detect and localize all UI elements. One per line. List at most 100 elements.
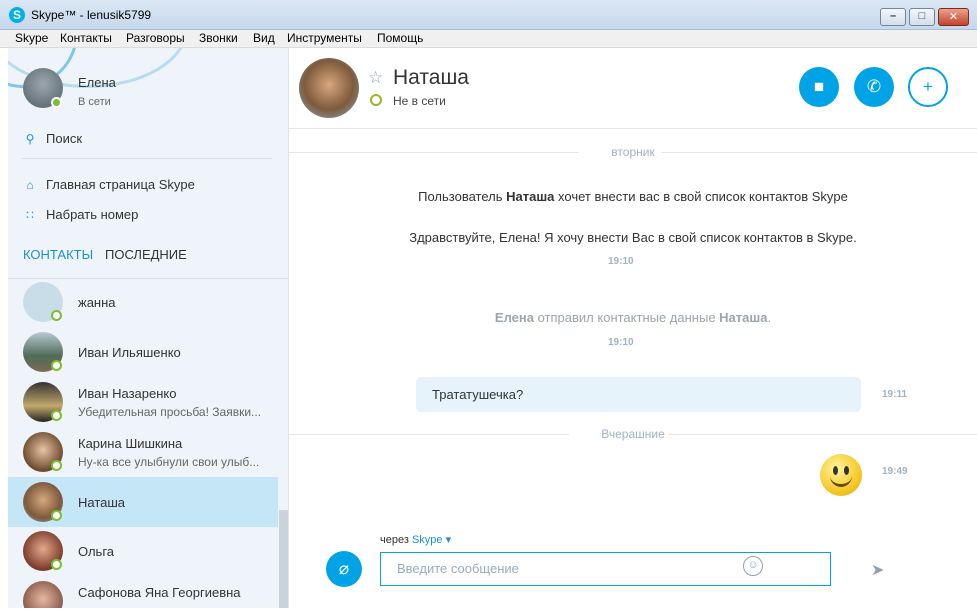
contact-status: Не в сети	[393, 94, 446, 108]
search-icon: ⚲	[25, 132, 35, 146]
contact-request-message: Пользователь Наташа хочет внести вас в с…	[289, 189, 977, 204]
contact-last-message: Убедительная просьба! Заявки...	[78, 405, 262, 419]
contact-avatar[interactable]	[299, 58, 359, 118]
video-camera-icon: ■	[813, 77, 825, 96]
paperclip-icon: ⌀	[338, 559, 350, 578]
menu-calls[interactable]: Звонки	[199, 31, 238, 45]
via-service-dropdown[interactable]: Skype ▾	[412, 534, 451, 546]
minimize-button[interactable]: –	[880, 8, 906, 26]
video-call-button[interactable]: ■	[799, 67, 839, 107]
system-text: отправил контактные данные	[534, 310, 720, 325]
contact-name: Иван Ильяшенко	[78, 345, 181, 360]
contact-name: Иван Назаренко	[78, 386, 177, 401]
message-input-box[interactable]	[380, 552, 831, 586]
status-icon	[51, 360, 62, 371]
offline-status-icon	[370, 94, 382, 106]
search-label: Поиск	[46, 131, 83, 146]
send-button[interactable]: ➤	[871, 560, 884, 580]
contact-item-selected[interactable]: Наташа	[8, 477, 278, 527]
message-timestamp: 19:49	[882, 466, 908, 477]
contact-item[interactable]: жанна	[8, 278, 278, 328]
day-separator: вторник	[289, 145, 977, 159]
online-status-icon	[51, 97, 62, 108]
minimize-icon: –	[889, 10, 897, 22]
via-prefix: через	[380, 534, 412, 546]
contact-item[interactable]: Карина Шишкина Ну-ка все улыбнули свои у…	[8, 428, 278, 478]
day-label: вторник	[611, 145, 655, 159]
window-title: Skype™ - lenusik5799	[31, 8, 152, 22]
close-button[interactable]: ✕	[938, 8, 969, 26]
audio-call-button[interactable]: ✆	[854, 67, 894, 107]
message-timestamp: 19:11	[882, 389, 908, 400]
maximize-button[interactable]: □	[909, 8, 935, 26]
conversation-header: ☆ Наташа Не в сети ■ ✆ +	[289, 48, 977, 129]
contact-item[interactable]: Иван Ильяшенко	[8, 328, 278, 378]
contact-data-message: Елена отправил контактные данные Наташа.	[289, 310, 977, 325]
contact-request-text: Здравствуйте, Елена! Я хочу внести Вас в…	[409, 230, 857, 245]
skype-logo-icon: S	[9, 7, 25, 23]
send-arrow-icon: ➤	[871, 562, 885, 579]
add-people-button[interactable]: +	[908, 67, 948, 107]
favorite-star-icon[interactable]: ☆	[368, 68, 383, 88]
system-text: Пользователь	[418, 189, 507, 204]
home-icon: ⌂	[26, 178, 34, 192]
title-bar: S Skype™ - lenusik5799 – □ ✕	[0, 0, 977, 30]
divider	[22, 158, 272, 159]
message-bubble[interactable]: Тратат​ушечка?	[416, 377, 861, 412]
conversation-pane: ☆ Наташа Не в сети ■ ✆ + вторник Пользов…	[289, 48, 977, 608]
status-icon	[51, 310, 62, 321]
contacts-scrollbar[interactable]	[279, 510, 288, 608]
contact-name: Наташа	[78, 495, 126, 510]
recipient-name: Наташа	[719, 310, 768, 325]
message-input[interactable]	[395, 560, 799, 577]
skype-home-label: Главная страница Skype	[46, 177, 195, 192]
contact-last-message: Ну-ка все улыбнули свои улыб...	[78, 455, 260, 469]
menu-contacts[interactable]: Контакты	[60, 31, 112, 45]
contact-title: Наташа	[393, 66, 469, 89]
contact-name: жанна	[78, 295, 116, 310]
attach-button[interactable]: ⌀	[326, 551, 362, 587]
menu-help[interactable]: Помощь	[377, 31, 423, 45]
system-text: .	[767, 310, 772, 325]
status-icon	[51, 460, 62, 471]
maximize-icon: □	[918, 10, 926, 22]
status-icon	[51, 510, 62, 521]
contact-name: Ольга	[78, 544, 115, 559]
smiley-icon: ☺	[747, 559, 759, 571]
status-icon	[51, 410, 62, 421]
dialpad-icon: ∷	[26, 208, 34, 222]
sender-name: Елена	[494, 310, 534, 325]
system-text: хочет внести вас в свой список контактов…	[554, 189, 848, 204]
status-icon	[51, 559, 62, 570]
smiley-mouth	[830, 472, 852, 487]
contact-list: жанна Иван Ильяшенко Иван Назаренко Убед…	[8, 281, 288, 608]
message-timestamp: 19:10	[608, 256, 634, 267]
contact-name: Сафонова Яна Георгиевна	[78, 585, 241, 600]
emoticon-button[interactable]: ☺	[743, 556, 763, 576]
menu-skype[interactable]: Skype	[15, 31, 48, 45]
contact-item[interactable]: Иван Назаренко Убедительная просьба! Зая…	[8, 378, 278, 428]
search-item[interactable]: ⚲ Поиск	[22, 131, 82, 146]
day-label: Вчерашние	[601, 427, 665, 441]
tab-contacts[interactable]: КОНТАКТЫ	[23, 247, 93, 262]
contact-name: Карина Шишкина	[78, 436, 183, 451]
menu-bar: Skype Контакты Разговоры Звонки Вид Инст…	[0, 30, 977, 48]
my-name: Елена	[78, 75, 116, 90]
message-timestamp: 19:10	[608, 337, 634, 348]
contact-item[interactable]: Ольга	[8, 527, 278, 577]
dial-number-item[interactable]: ∷ Набрать номер	[22, 207, 138, 222]
add-person-icon: +	[923, 77, 933, 96]
tab-recent[interactable]: ПОСЛЕДНИЕ	[105, 247, 187, 262]
skype-home-item[interactable]: ⌂ Главная страница Skype	[22, 177, 195, 192]
menu-tools[interactable]: Инструменты	[287, 31, 362, 45]
contact-item[interactable]: Сафонова Яна Георгиевна	[8, 577, 278, 608]
day-separator: Вчерашние	[289, 427, 977, 441]
menu-conversations[interactable]: Разговоры	[126, 31, 185, 45]
sidebar: Елена В сети ⚲ Поиск ⌂ Главная страница Sk…	[8, 48, 289, 608]
send-via: через Skype ▾	[380, 533, 451, 546]
close-icon: ✕	[948, 11, 959, 23]
menu-view[interactable]: Вид	[253, 31, 275, 45]
smiley-emoticon-icon[interactable]	[820, 454, 862, 496]
phone-icon: ✆	[866, 77, 882, 96]
contact-name-bold: Наташа	[506, 189, 555, 204]
